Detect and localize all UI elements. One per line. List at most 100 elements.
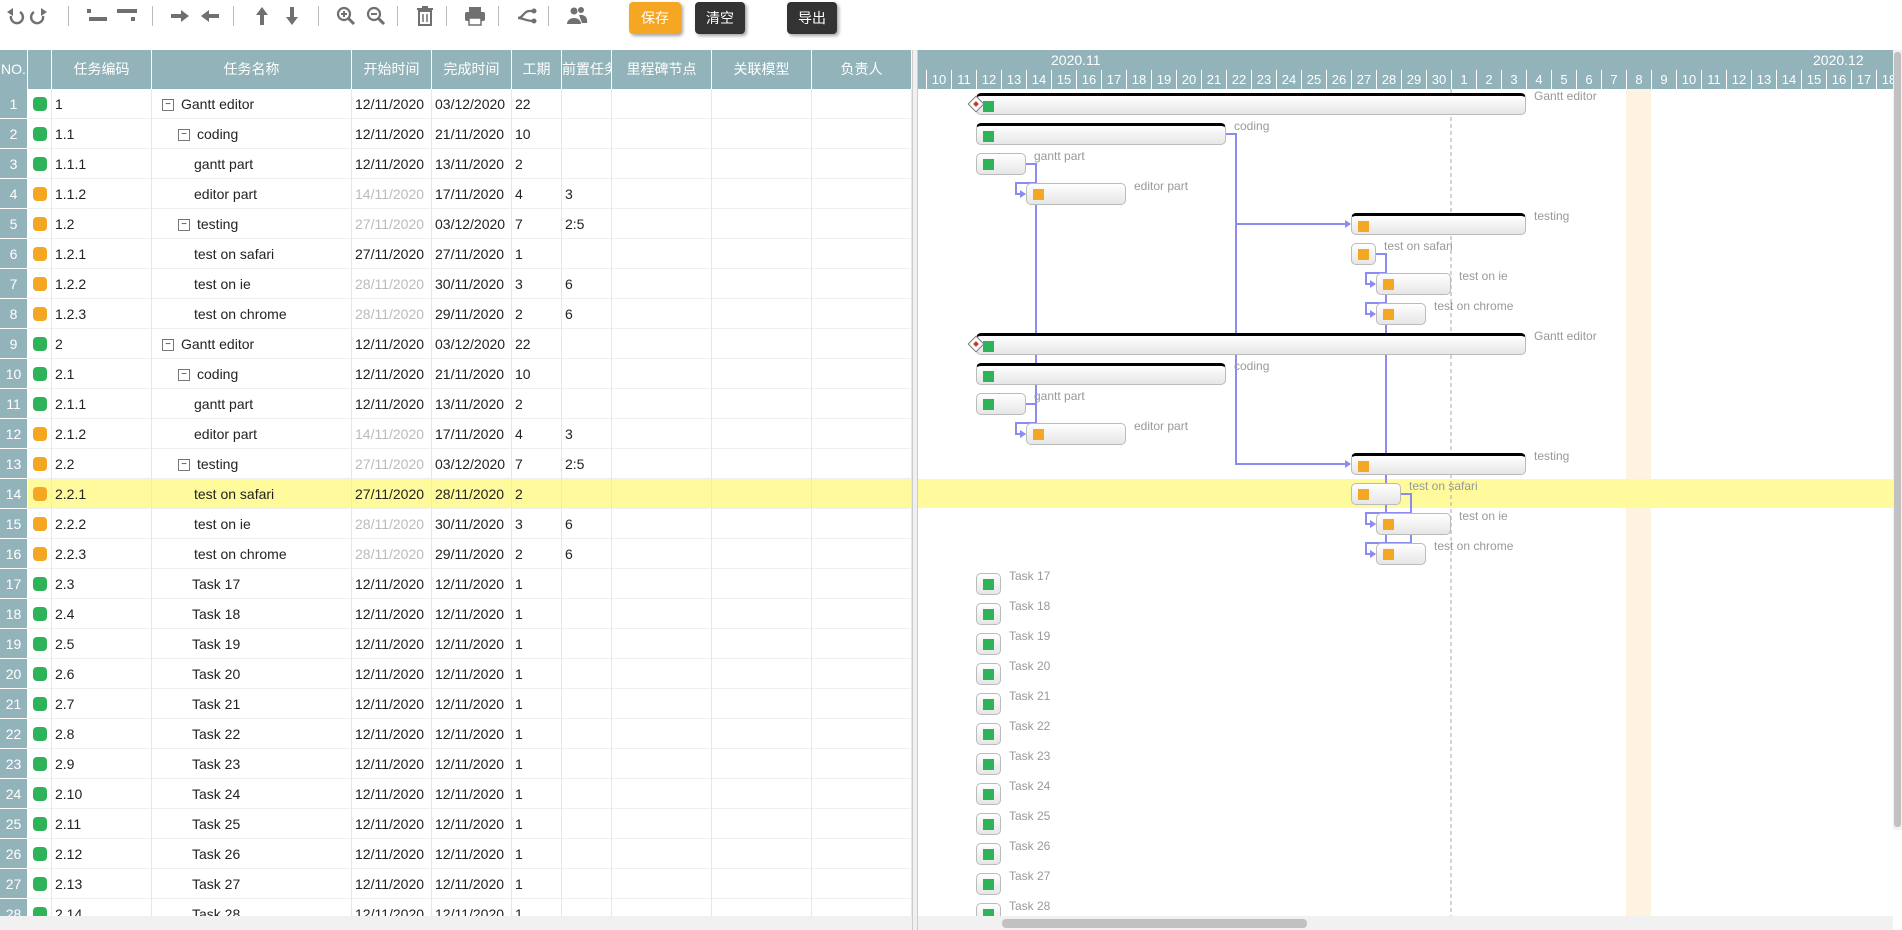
task-name[interactable]: Task 17	[152, 569, 352, 599]
status-cell[interactable]	[28, 239, 52, 269]
end-date[interactable]: 03/12/2020	[432, 89, 512, 119]
status-cell[interactable]	[28, 719, 52, 749]
task-code[interactable]: 2.2.1	[52, 479, 152, 509]
dependency[interactable]: 6	[562, 509, 612, 539]
task-name[interactable]: test on ie	[152, 269, 352, 299]
relation-cell[interactable]	[712, 269, 812, 299]
row-number[interactable]: 12	[0, 419, 28, 449]
task-name[interactable]: Task 27	[152, 869, 352, 899]
start-date[interactable]: 12/11/2020	[352, 389, 432, 419]
dependency[interactable]	[562, 329, 612, 359]
duration[interactable]: 7	[512, 209, 562, 239]
end-date[interactable]: 12/11/2020	[432, 809, 512, 839]
task-code[interactable]: 2.6	[52, 659, 152, 689]
end-date[interactable]: 12/11/2020	[432, 569, 512, 599]
status-cell[interactable]	[28, 209, 52, 239]
task-bar[interactable]	[976, 363, 1226, 385]
duration[interactable]: 1	[512, 899, 562, 916]
task-code[interactable]: 1.1.2	[52, 179, 152, 209]
owner-cell[interactable]	[812, 149, 912, 179]
milestone-cell[interactable]	[612, 179, 712, 209]
dependency[interactable]	[562, 629, 612, 659]
scroll-thumb[interactable]	[1894, 52, 1901, 827]
table-row[interactable]: 27 2.13 Task 27 12/11/2020 12/11/2020 1	[0, 869, 912, 899]
task-bar[interactable]	[1376, 303, 1426, 325]
relation-cell[interactable]	[712, 419, 812, 449]
export-button[interactable]: 导出	[787, 2, 837, 34]
dependency[interactable]	[562, 359, 612, 389]
task-code[interactable]: 1	[52, 89, 152, 119]
scroll-thumb[interactable]	[1002, 919, 1307, 928]
task-code[interactable]: 2.2.3	[52, 539, 152, 569]
task-name[interactable]: Task 24	[152, 779, 352, 809]
milestone-cell[interactable]	[612, 569, 712, 599]
end-date[interactable]: 12/11/2020	[432, 659, 512, 689]
end-date[interactable]: 29/11/2020	[432, 299, 512, 329]
task-code[interactable]: 1.2.2	[52, 269, 152, 299]
task-code[interactable]: 1.2.3	[52, 299, 152, 329]
timeline-vertical-scrollbar[interactable]	[1893, 50, 1902, 830]
owner-cell[interactable]	[812, 389, 912, 419]
milestone-cell[interactable]	[612, 419, 712, 449]
milestone-cell[interactable]	[612, 629, 712, 659]
owner-cell[interactable]	[812, 809, 912, 839]
start-date[interactable]: 12/11/2020	[352, 599, 432, 629]
status-cell[interactable]	[28, 569, 52, 599]
task-name[interactable]: Task 18	[152, 599, 352, 629]
relation-cell[interactable]	[712, 599, 812, 629]
task-code[interactable]: 2	[52, 329, 152, 359]
start-date[interactable]: 12/11/2020	[352, 149, 432, 179]
end-date[interactable]: 12/11/2020	[432, 629, 512, 659]
dependency[interactable]	[562, 119, 612, 149]
dependency[interactable]: 2:5	[562, 209, 612, 239]
milestone-cell[interactable]	[612, 479, 712, 509]
dependency[interactable]	[562, 149, 612, 179]
task-name[interactable]: − testing	[152, 449, 352, 479]
end-date[interactable]: 17/11/2020	[432, 419, 512, 449]
owner-cell[interactable]	[812, 359, 912, 389]
table-row[interactable]: 23 2.9 Task 23 12/11/2020 12/11/2020 1	[0, 749, 912, 779]
relation-cell[interactable]	[712, 839, 812, 869]
collapse-toggle-icon[interactable]: −	[178, 369, 190, 382]
status-cell[interactable]	[28, 869, 52, 899]
relation-cell[interactable]	[712, 869, 812, 899]
task-code[interactable]: 2.13	[52, 869, 152, 899]
table-row[interactable]: 9 2− Gantt editor 12/11/2020 03/12/2020 22	[0, 329, 912, 359]
duration[interactable]: 7	[512, 449, 562, 479]
task-name[interactable]: test on ie	[152, 509, 352, 539]
task-name[interactable]: − testing	[152, 209, 352, 239]
timeline-horizontal-scrollbar[interactable]	[918, 916, 1893, 930]
task-bar[interactable]	[976, 123, 1226, 145]
owner-cell[interactable]	[812, 749, 912, 779]
task-name[interactable]: Task 20	[152, 659, 352, 689]
collapse-toggle-icon[interactable]: −	[178, 459, 190, 472]
owner-cell[interactable]	[812, 689, 912, 719]
task-name[interactable]: test on chrome	[152, 539, 352, 569]
table-row[interactable]: 19 2.5 Task 19 12/11/2020 12/11/2020 1	[0, 629, 912, 659]
relation-cell[interactable]	[712, 449, 812, 479]
owner-cell[interactable]	[812, 209, 912, 239]
dependency[interactable]	[562, 839, 612, 869]
duration[interactable]: 1	[512, 239, 562, 269]
milestone-cell[interactable]	[612, 599, 712, 629]
dependency[interactable]: 6	[562, 539, 612, 569]
col-header-owner[interactable]: 负责人	[812, 50, 912, 89]
col-header-milestone[interactable]: 里程碑节点	[612, 50, 712, 89]
task-bar[interactable]	[976, 633, 1001, 655]
arrow-up-icon[interactable]	[250, 4, 274, 28]
delete-icon[interactable]	[413, 4, 437, 28]
milestone-cell[interactable]	[612, 659, 712, 689]
status-cell[interactable]	[28, 629, 52, 659]
status-cell[interactable]	[28, 389, 52, 419]
status-cell[interactable]	[28, 329, 52, 359]
milestone-cell[interactable]	[612, 149, 712, 179]
owner-cell[interactable]	[812, 329, 912, 359]
row-number[interactable]: 17	[0, 569, 28, 599]
task-code[interactable]: 2.12	[52, 839, 152, 869]
task-bar[interactable]	[976, 153, 1026, 175]
col-header-relation[interactable]: 关联模型	[712, 50, 812, 89]
milestone-cell[interactable]	[612, 89, 712, 119]
status-cell[interactable]	[28, 119, 52, 149]
duration[interactable]: 2	[512, 149, 562, 179]
dependency[interactable]	[562, 779, 612, 809]
